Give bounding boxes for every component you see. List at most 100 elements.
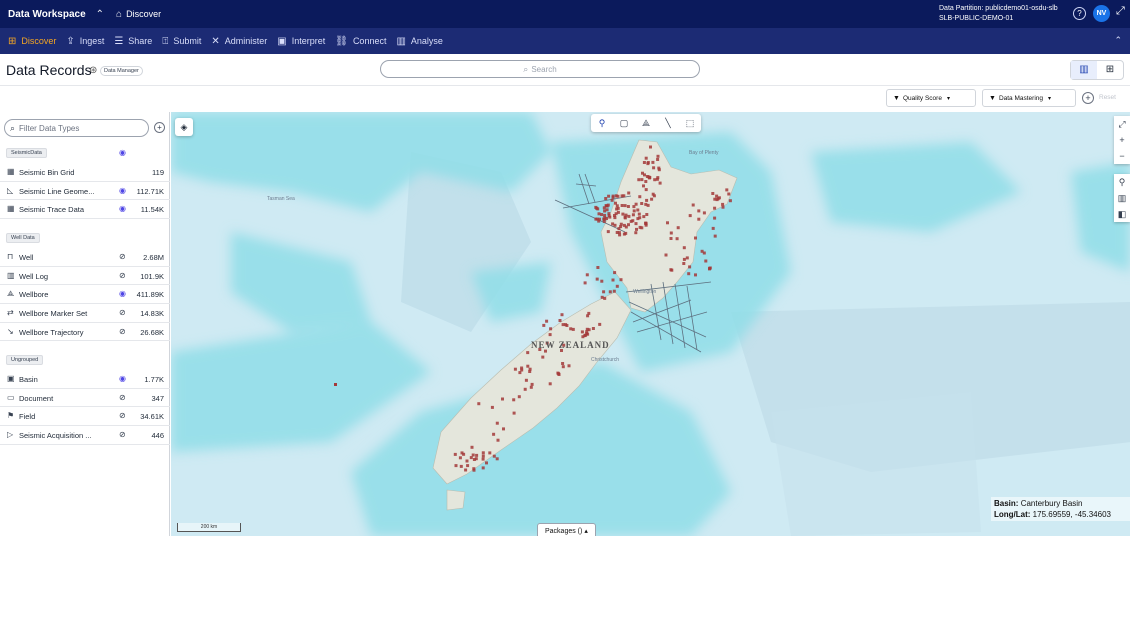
data-type-row[interactable]: ⚑ Field ⊘ 34.61K bbox=[0, 407, 170, 427]
wellbore-marker[interactable] bbox=[616, 194, 620, 198]
data-type-row[interactable]: ▭ Document ⊘ 347 bbox=[0, 389, 170, 408]
wellbore-marker[interactable] bbox=[557, 372, 561, 376]
wellbore-marker[interactable] bbox=[524, 378, 528, 382]
wellbore-marker[interactable] bbox=[526, 351, 530, 355]
data-type-row[interactable]: ↘ Wellbore Trajectory ⊘ 26.68K bbox=[0, 323, 170, 342]
wellbore-marker[interactable] bbox=[571, 327, 575, 331]
wellbore-marker[interactable] bbox=[621, 212, 625, 216]
wellbore-marker[interactable] bbox=[541, 355, 545, 359]
wellbore-marker[interactable] bbox=[694, 236, 697, 240]
search-input[interactable]: ⌕ Search bbox=[380, 60, 700, 78]
wellbore-marker[interactable] bbox=[458, 456, 462, 460]
help-icon[interactable]: ? bbox=[1073, 7, 1086, 20]
wellbore-marker[interactable] bbox=[629, 219, 633, 223]
wellbore-marker[interactable] bbox=[530, 382, 534, 386]
wellbore-marker[interactable] bbox=[635, 227, 638, 231]
wellbore-marker[interactable] bbox=[492, 432, 496, 436]
home-icon[interactable]: ⌂ bbox=[116, 9, 122, 20]
wellbore-marker[interactable] bbox=[528, 370, 532, 373]
wellbore-marker[interactable] bbox=[647, 175, 651, 179]
fullscreen-icon[interactable]: ⤢ bbox=[1116, 5, 1125, 18]
map-canvas[interactable] bbox=[171, 112, 1130, 536]
wellbore-marker[interactable] bbox=[619, 225, 623, 229]
wellbore-marker[interactable] bbox=[603, 209, 607, 213]
wellbore-marker[interactable] bbox=[619, 278, 623, 282]
wellbore-marker[interactable] bbox=[523, 387, 527, 391]
wellbore-marker[interactable] bbox=[471, 453, 475, 457]
wellbore-marker[interactable] bbox=[615, 207, 619, 211]
nav-ingest[interactable]: ⇪ Ingest bbox=[66, 28, 104, 54]
wellbore-marker[interactable] bbox=[688, 214, 692, 218]
wellbore-marker[interactable] bbox=[656, 154, 660, 158]
wellbore-marker[interactable] bbox=[596, 266, 600, 269]
eye-icon[interactable]: ◉ bbox=[119, 186, 126, 195]
wellbore-marker[interactable] bbox=[613, 223, 617, 227]
wellbore-marker[interactable] bbox=[634, 222, 638, 226]
eye-off-icon[interactable]: ⊘ bbox=[119, 252, 126, 261]
wellbore-marker[interactable] bbox=[488, 451, 492, 455]
group-header[interactable]: Ungrouped bbox=[0, 352, 170, 370]
wellbore-marker[interactable] bbox=[634, 231, 638, 235]
wellbore-marker[interactable] bbox=[658, 181, 662, 185]
wellbore-marker[interactable] bbox=[623, 204, 627, 208]
wellbore-marker[interactable] bbox=[708, 266, 712, 270]
wellbore-marker[interactable] bbox=[495, 421, 499, 425]
wellbore-marker[interactable] bbox=[474, 457, 478, 461]
wellbore-marker[interactable] bbox=[645, 198, 649, 202]
reset-button[interactable]: Reset bbox=[1099, 94, 1116, 101]
data-type-row[interactable]: ◺ Seismic Line Geome... ◉ 112.71K bbox=[0, 182, 170, 201]
wellbore-marker[interactable] bbox=[644, 188, 648, 192]
wellbore-marker[interactable] bbox=[610, 198, 614, 202]
wellbore-marker[interactable] bbox=[595, 277, 599, 281]
map-view[interactable]: Tasman Sea Bay of Plenty Christchurch We… bbox=[171, 112, 1130, 536]
wellbore-marker[interactable] bbox=[618, 233, 622, 237]
chevron-up-icon[interactable]: ⌃ bbox=[96, 9, 104, 20]
wellbore-marker[interactable] bbox=[721, 205, 725, 209]
wellbore-marker[interactable] bbox=[656, 158, 660, 161]
data-type-row[interactable]: ▦ Seismic Trace Data ◉ 11.54K bbox=[0, 200, 170, 220]
wellbore-marker[interactable] bbox=[602, 290, 606, 294]
wellbore-marker[interactable] bbox=[622, 223, 626, 227]
wellbore-marker[interactable] bbox=[634, 202, 638, 206]
wellbore-marker[interactable] bbox=[561, 365, 565, 369]
eye-off-icon[interactable]: ⊘ bbox=[119, 271, 126, 280]
wellbore-marker[interactable] bbox=[512, 411, 516, 415]
wellbore-marker[interactable] bbox=[453, 452, 457, 456]
wellbore-marker[interactable] bbox=[644, 180, 648, 183]
wellbore-marker[interactable] bbox=[586, 314, 590, 318]
wellbore-marker[interactable] bbox=[591, 327, 595, 330]
wellbore-marker[interactable] bbox=[669, 237, 673, 240]
wellbore-marker[interactable] bbox=[637, 212, 641, 216]
wellbore-marker[interactable] bbox=[526, 364, 530, 368]
wellbore-marker[interactable] bbox=[567, 364, 571, 368]
add-data-type-button[interactable]: + bbox=[154, 122, 165, 133]
nav-connect[interactable]: ⛓ Connect bbox=[335, 28, 386, 54]
wellbore-marker[interactable] bbox=[594, 205, 598, 209]
wellbore-marker[interactable] bbox=[495, 457, 499, 461]
wellbore-marker[interactable] bbox=[548, 333, 552, 337]
wellbore-marker[interactable] bbox=[584, 333, 588, 337]
wellbore-marker[interactable] bbox=[581, 335, 585, 339]
wellbore-marker[interactable] bbox=[644, 221, 648, 225]
wellbore-marker[interactable] bbox=[642, 215, 646, 219]
wellbore-marker[interactable] bbox=[640, 202, 644, 205]
wellbore-marker[interactable] bbox=[606, 230, 610, 234]
wellbore-marker[interactable] bbox=[611, 278, 615, 282]
wellbore-marker[interactable] bbox=[615, 284, 619, 288]
wellbore-marker[interactable] bbox=[481, 466, 485, 470]
wellbore-marker[interactable] bbox=[613, 216, 617, 220]
wellbore-marker[interactable] bbox=[682, 262, 686, 265]
wellbore-marker[interactable] bbox=[517, 395, 521, 399]
wellbore-marker[interactable] bbox=[670, 268, 674, 272]
wellbore-marker[interactable] bbox=[676, 226, 680, 230]
wellbore-marker[interactable] bbox=[624, 213, 628, 217]
data-type-row[interactable]: ▥ Well Log ⊘ 101.9K bbox=[0, 267, 170, 286]
data-mastering-filter[interactable]: ▼ Data Mastering ▾ bbox=[982, 89, 1076, 107]
wellbore-marker[interactable] bbox=[624, 231, 628, 235]
wellbore-marker[interactable] bbox=[561, 323, 565, 327]
eye-icon[interactable]: ◉ bbox=[119, 289, 126, 298]
wellbore-marker[interactable] bbox=[604, 197, 608, 200]
basemap-icon[interactable]: ▥ bbox=[1114, 190, 1130, 206]
wellbore-marker[interactable] bbox=[636, 208, 640, 212]
wellbore-marker[interactable] bbox=[513, 367, 517, 371]
